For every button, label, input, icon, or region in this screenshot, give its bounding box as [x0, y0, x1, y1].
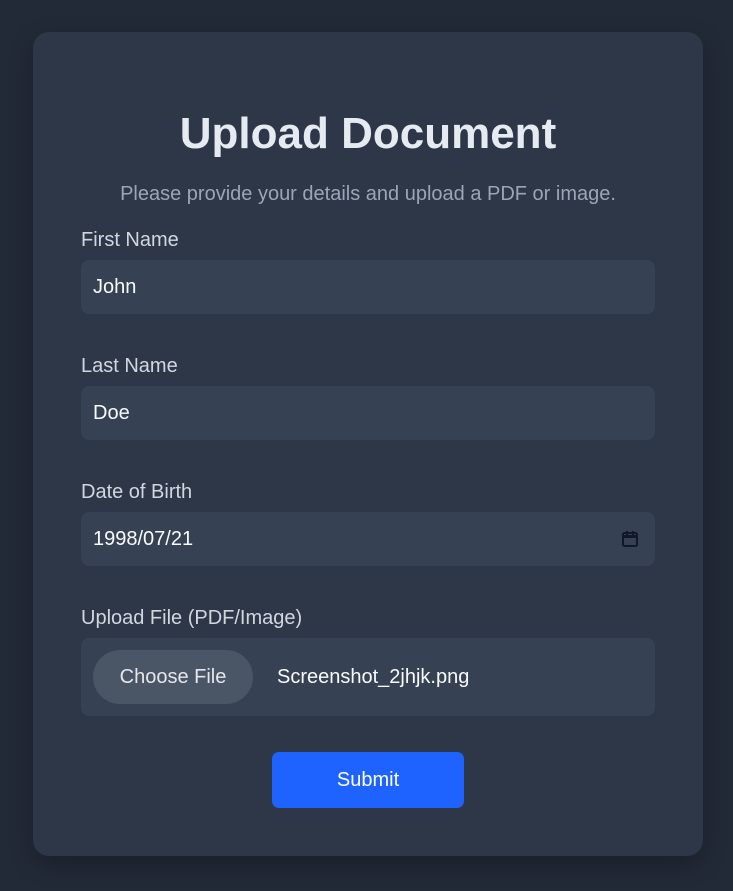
file-upload-field[interactable]: Choose File Screenshot_2jhjk.png [81, 638, 655, 716]
choose-file-button[interactable]: Choose File [93, 650, 253, 704]
first-name-label: First Name [81, 229, 179, 251]
calendar-icon[interactable] [621, 530, 639, 548]
dob-value: 1998/07/21 [93, 528, 194, 550]
page-title: Upload Document [179, 109, 557, 158]
file-upload-label: Upload File (PDF/Image) [81, 607, 303, 629]
first-name-value: John [93, 276, 137, 298]
last-name-value: Doe [93, 402, 130, 424]
dob-label: Date of Birth [81, 481, 193, 503]
upload-card: Upload Document Please provide your deta… [33, 32, 703, 856]
last-name-field[interactable]: Doe [81, 386, 655, 440]
first-name-field[interactable]: John [81, 260, 655, 314]
dob-field[interactable]: 1998/07/21 [81, 512, 655, 566]
submit-button[interactable]: Submit [272, 752, 464, 808]
last-name-label: Last Name [81, 355, 178, 377]
selected-file-name: Screenshot_2jhjk.png [277, 666, 470, 688]
page-subtitle: Please provide your details and upload a… [120, 183, 616, 205]
